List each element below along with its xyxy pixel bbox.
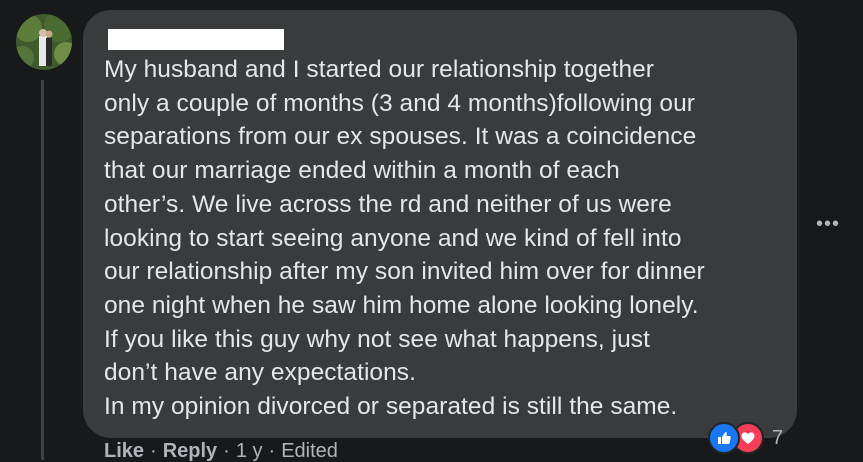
comment-line: looking to start seeing anyone and we ki…	[104, 224, 682, 252]
thread-line	[41, 80, 44, 460]
comment-line: other’s. We live across the rd and neith…	[104, 190, 672, 218]
edited-label[interactable]: Edited	[281, 440, 338, 462]
comment-line: our relationship after my son invited hi…	[104, 258, 705, 286]
comment-actions: Like · Reply · 1 y · Edited	[104, 440, 338, 462]
avatar[interactable]	[16, 14, 72, 70]
comment-line: don’t have any expectations.	[104, 359, 416, 387]
timestamp[interactable]: 1 y	[236, 440, 263, 462]
comment-line: My husband and I started our relationshi…	[104, 56, 655, 83]
comment-line: In my opinion divorced or separated is s…	[104, 393, 678, 421]
reactions-summary[interactable]: 7	[708, 422, 783, 454]
like-button[interactable]: Like	[104, 440, 144, 462]
reaction-count: 7	[772, 426, 784, 449]
separator: ·	[223, 440, 230, 462]
comment-line: one night when he saw him home alone loo…	[104, 291, 699, 319]
like-reaction-icon	[708, 422, 740, 454]
redacted-author-name	[108, 29, 284, 50]
avatar-photo	[16, 14, 72, 70]
comment-text: My husband and I started our relationshi…	[104, 53, 794, 424]
separator: ·	[268, 440, 276, 462]
separator: ·	[150, 440, 157, 462]
comment-line: If you like this guy why not see what ha…	[104, 325, 650, 353]
more-options-button[interactable]: •••	[808, 212, 848, 236]
reply-button[interactable]: Reply	[163, 440, 217, 462]
comment-line: only a couple of months (3 and 4 months)…	[104, 89, 695, 117]
comment-line: separations from our ex spouses. It was …	[104, 123, 697, 151]
comment-line: that our marriage ended within a month o…	[104, 157, 620, 185]
